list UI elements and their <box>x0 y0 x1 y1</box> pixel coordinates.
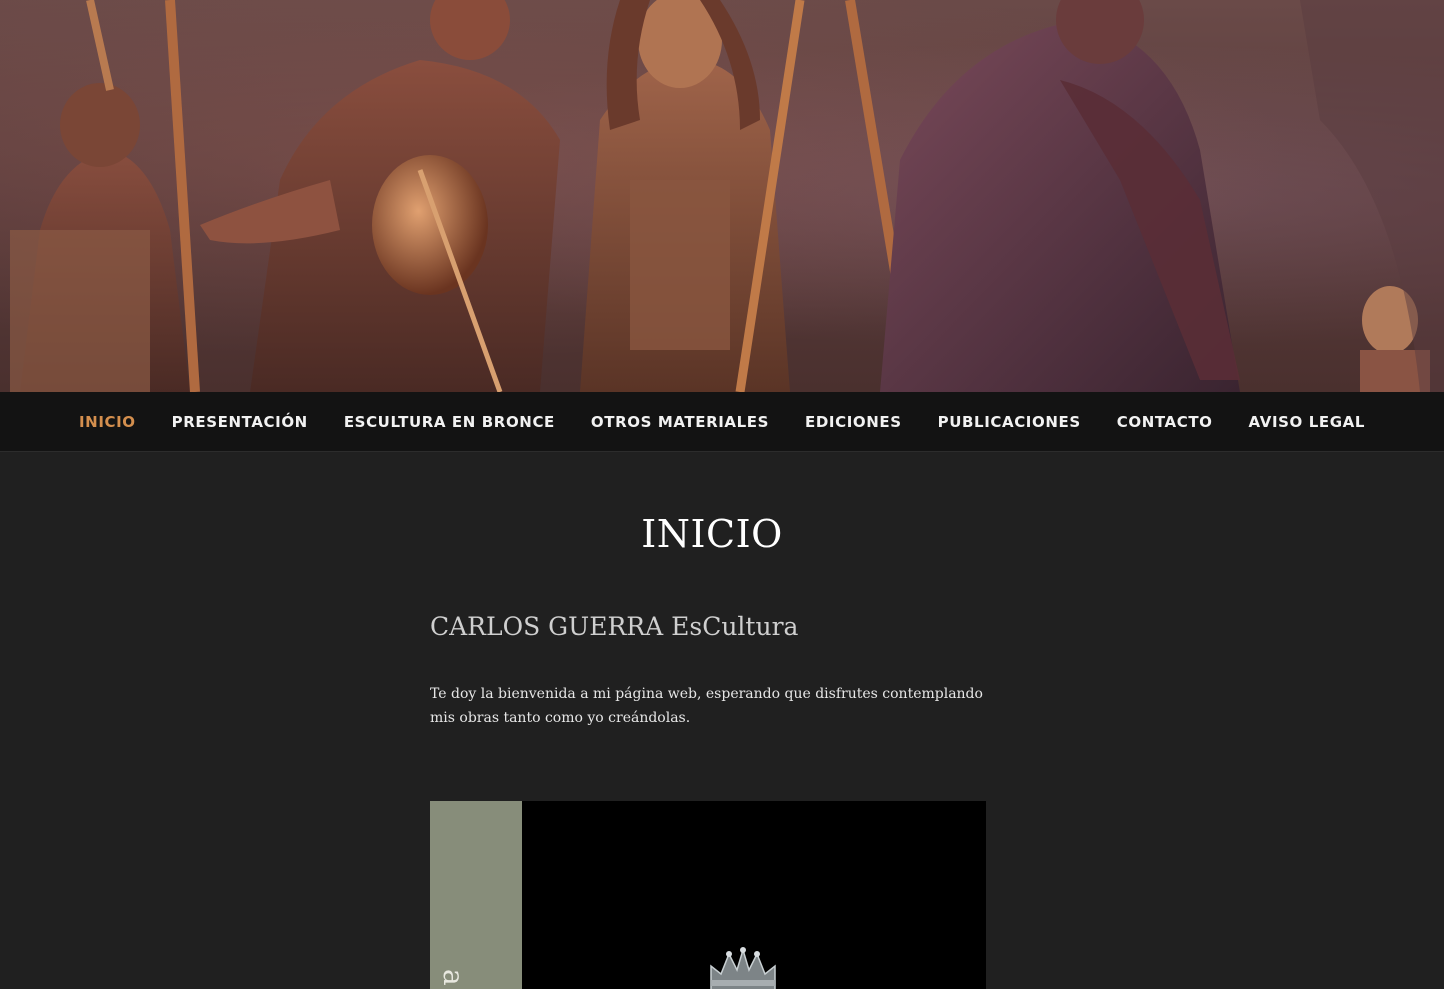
main-nav: INICIO PRESENTACIÓN ESCULTURA EN BRONCE … <box>0 392 1444 452</box>
nav-item-contacto[interactable]: CONTACTO <box>1099 413 1231 431</box>
intro-paragraph: Te doy la bienvenida a mi página web, es… <box>430 686 983 726</box>
hero-image <box>0 0 1444 392</box>
nav-list: INICIO PRESENTACIÓN ESCULTURA EN BRONCE … <box>61 413 1383 431</box>
nav-item-escultura-en-bronce[interactable]: ESCULTURA EN BRONCE <box>326 413 573 431</box>
page-subtitle: CARLOS GUERRA EsCultura <box>430 612 799 641</box>
nav-item-publicaciones[interactable]: PUBLICACIONES <box>920 413 1099 431</box>
nav-item-otros-materiales[interactable]: OTROS MATERIALES <box>573 413 787 431</box>
feature-side-band: a <box>430 801 522 989</box>
sculpture-relief-illustration <box>10 0 1444 392</box>
feature-band-text: a <box>437 969 470 986</box>
nav-item-ediciones[interactable]: EDICIONES <box>787 413 920 431</box>
page-title: INICIO <box>641 512 783 556</box>
nav-item-inicio[interactable]: INICIO <box>61 413 154 431</box>
crown-sculpture-icon <box>710 947 776 989</box>
featured-image[interactable]: a <box>430 801 986 989</box>
nav-item-aviso-legal[interactable]: AVISO LEGAL <box>1231 413 1383 431</box>
nav-item-presentacion[interactable]: PRESENTACIÓN <box>154 413 326 431</box>
